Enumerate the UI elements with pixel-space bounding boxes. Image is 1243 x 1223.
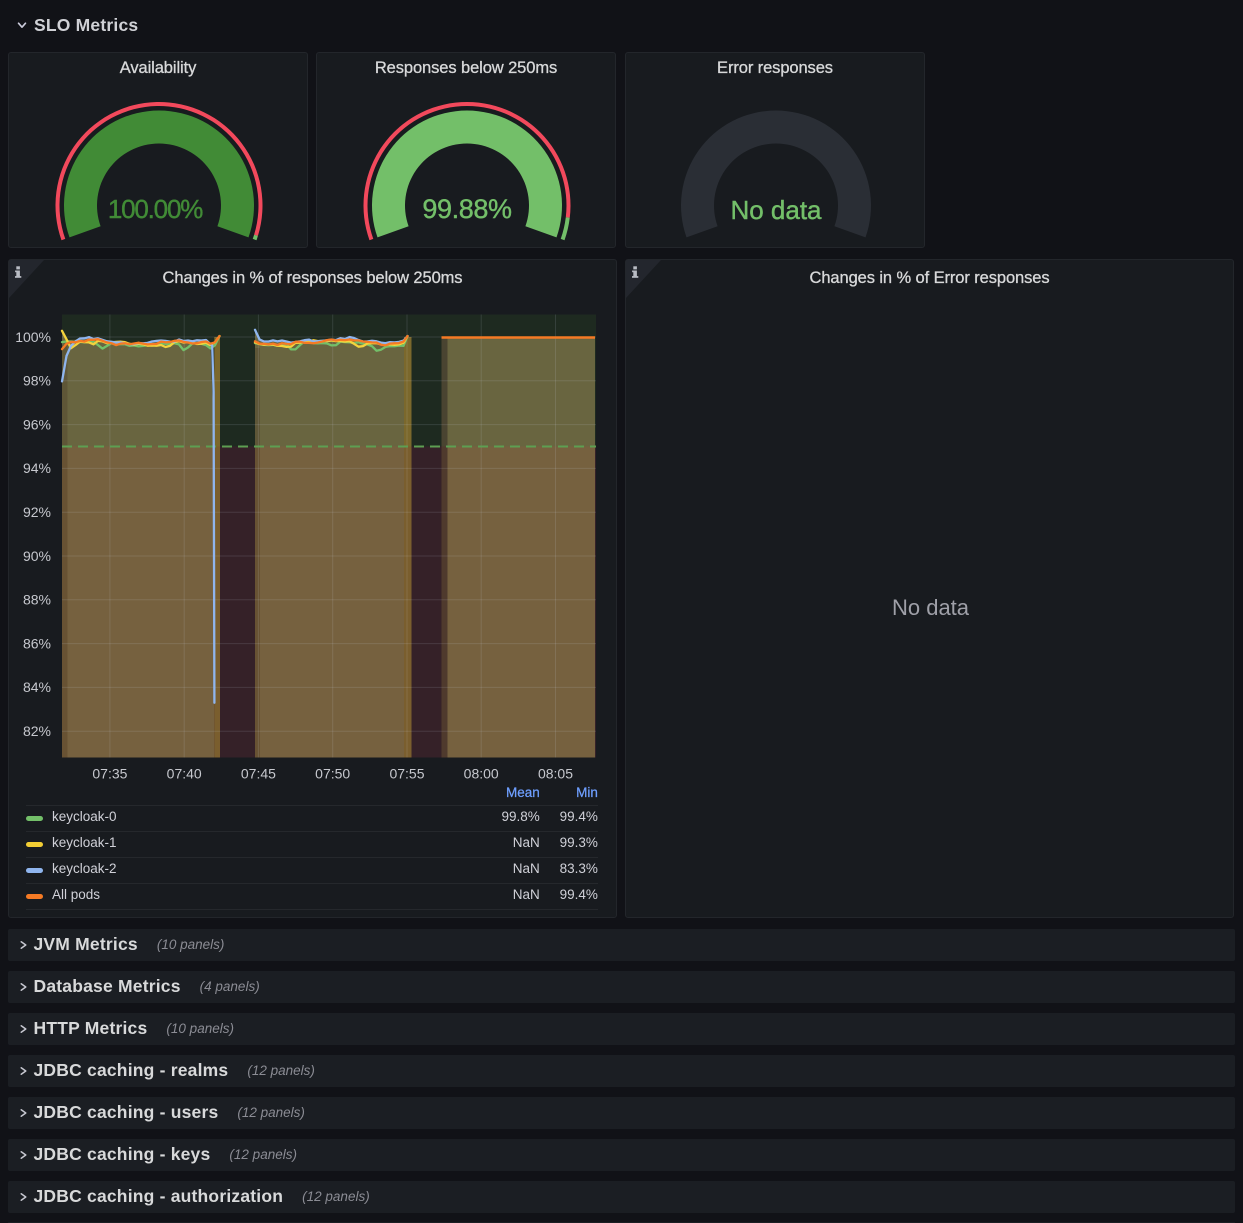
svg-text:100%: 100% (15, 329, 51, 345)
svg-text:96%: 96% (23, 416, 51, 432)
svg-text:07:50: 07:50 (315, 766, 350, 782)
svg-text:98%: 98% (23, 373, 51, 389)
svg-text:08:05: 08:05 (538, 766, 573, 782)
svg-text:82%: 82% (23, 723, 51, 739)
svg-text:94%: 94% (23, 460, 51, 476)
svg-text:92%: 92% (23, 504, 51, 520)
svg-text:84%: 84% (23, 679, 51, 695)
svg-text:07:55: 07:55 (389, 766, 424, 782)
svg-text:07:40: 07:40 (167, 766, 202, 782)
svg-text:88%: 88% (23, 592, 51, 608)
svg-text:86%: 86% (23, 635, 51, 651)
svg-text:07:35: 07:35 (92, 766, 127, 782)
svg-text:07:45: 07:45 (241, 766, 276, 782)
svg-text:90%: 90% (23, 548, 51, 564)
svg-text:08:00: 08:00 (464, 766, 499, 782)
